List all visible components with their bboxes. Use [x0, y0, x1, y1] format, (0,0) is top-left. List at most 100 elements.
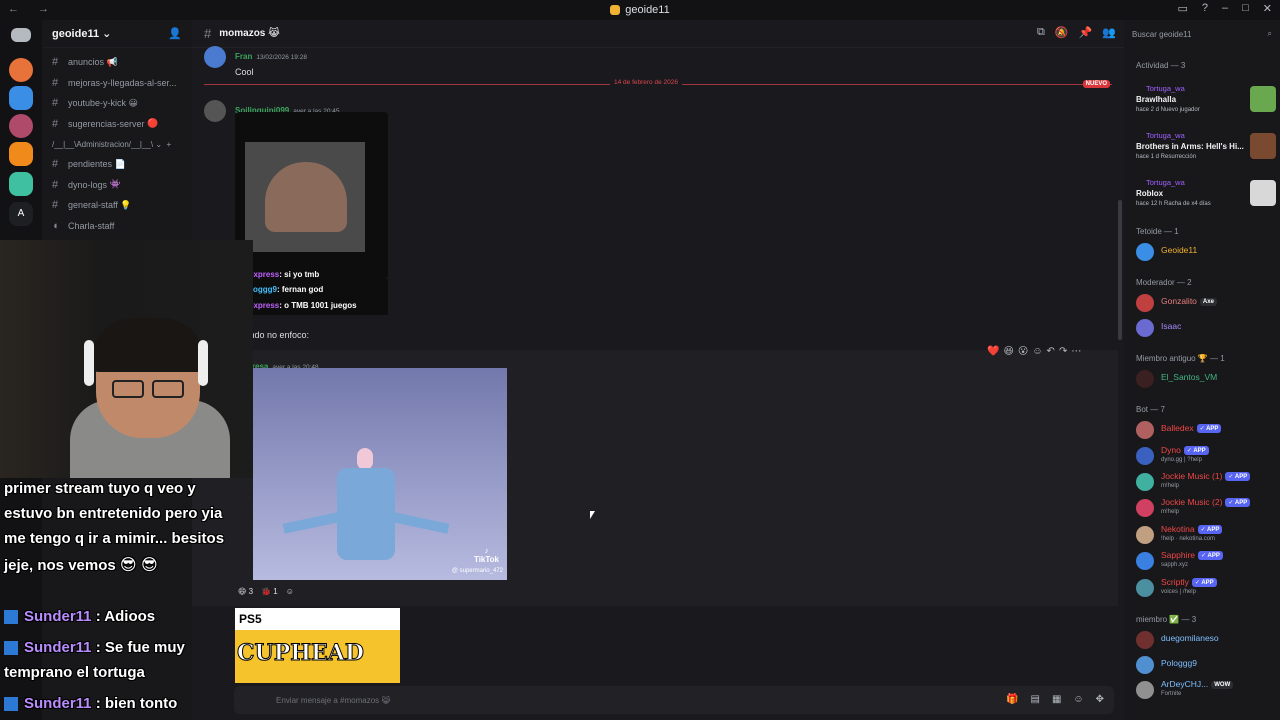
maximize-icon[interactable]: □ — [1242, 2, 1249, 15]
server-icon — [610, 5, 621, 15]
twitch-icon — [4, 610, 18, 625]
message-time: 13/02/2026 19:28 — [256, 54, 307, 61]
reaction[interactable]: 🐞 1 — [261, 587, 278, 596]
pin-icon[interactable]: 📌 — [1079, 26, 1093, 39]
member-list: Buscar geoide11 ⌕ Actividad — 3 Tortuga_w… — [1124, 20, 1280, 720]
member[interactable]: Jockie Music (1) ✓ APP m!help — [1136, 471, 1276, 493]
server-avatar[interactable] — [9, 142, 33, 166]
member[interactable]: El_Santos_VM — [1136, 368, 1276, 390]
channel-item[interactable]: # dyno-logs 👾 — [42, 175, 192, 196]
heart-icon[interactable]: ❤️ — [987, 346, 999, 357]
activity-card[interactable]: Tortuga_wa Brothers in Arms: Hell's Hi..… — [1136, 131, 1276, 173]
threads-icon[interactable]: ⧉ — [1037, 26, 1045, 39]
avatar[interactable] — [204, 46, 226, 68]
channel-item[interactable]: # mejoras-y-llegadas-al-ser... — [42, 73, 192, 94]
overlay-chat-line: Sunder11 : Se fue muy — [4, 639, 185, 656]
face-shape — [265, 162, 347, 232]
ps5-banner: PS5 — [235, 608, 400, 630]
member[interactable]: Nekotina ✓ APP !help · nekotina.com — [1136, 524, 1276, 546]
channel-toolbar: ⧉ 🔕 📌 👥 — [1037, 26, 1116, 39]
channel-item[interactable]: # youtube-y-kick 😀 — [42, 93, 192, 114]
member[interactable]: ArDeyCHJ... WOW Fortnite — [1136, 679, 1276, 701]
add-reaction-icon[interactable]: ☺ — [1032, 346, 1042, 357]
forward-icon[interactable]: ↷ — [1059, 346, 1067, 357]
guild-name: geoide11 — [52, 28, 100, 40]
overlay-chat-line: jeje, nos vemos 😎 😎 — [4, 557, 158, 574]
chat-area: # momazos 😹 ⧉ 🔕 📌 👥 Fran 13/02/2026 19:28… — [192, 20, 1124, 720]
gift-icon[interactable]: 🎁 — [1006, 694, 1018, 705]
activity-card[interactable]: Tortuga_wa Roblox hace 12 h Racha de x4 … — [1136, 178, 1276, 220]
avatar[interactable] — [204, 100, 226, 122]
close-icon[interactable]: ✕ — [1263, 2, 1272, 15]
channel-item[interactable]: # sugerencias-server 🔴 — [42, 114, 192, 135]
group-header: Moderador — 2 — [1136, 278, 1192, 287]
members-icon[interactable]: 👥 — [1102, 26, 1116, 39]
member[interactable]: Isaac — [1136, 317, 1276, 339]
add-reaction-icon[interactable]: ☺ — [286, 587, 294, 596]
clip-chat-line: pologgg9: fernan god — [241, 285, 324, 294]
message-author[interactable]: Fran — [235, 52, 252, 61]
inbox-icon[interactable]: ▭ — [1177, 2, 1187, 15]
group-header: Actividad — 3 — [1136, 61, 1186, 70]
emoji-react-icon[interactable]: 😮 — [1018, 346, 1028, 357]
channel-header: # momazos 😹 — [192, 20, 1124, 48]
message-composer[interactable]: Enviar mensaje a #momazos 😹 🎁 ▤ ▦ ☺ ✥ — [234, 686, 1114, 714]
member[interactable]: Scriptly ✓ APP voices | /help — [1136, 577, 1276, 599]
help-icon[interactable]: ? — [1202, 2, 1208, 15]
channel-item[interactable]: # anuncios 📢 — [42, 52, 192, 73]
search-icon: ⌕ — [1267, 29, 1272, 38]
server-avatar[interactable] — [9, 114, 33, 138]
speaker-icon: ◖ — [52, 219, 59, 232]
channel-item[interactable]: # general-staff 💡 — [42, 195, 192, 216]
overlay-chat-line: primer stream tuyo q veo y — [4, 480, 196, 497]
member[interactable]: duegomilaneso — [1136, 629, 1276, 651]
reply-icon[interactable]: ↶ — [1047, 346, 1055, 357]
member[interactable]: Dyno ✓ APP dyno.gg | ?help — [1136, 445, 1276, 467]
discord-home-icon[interactable] — [11, 28, 31, 42]
glasses-lens — [112, 380, 144, 398]
scrollbar[interactable] — [1118, 200, 1122, 340]
overlay-chat-line: temprano el tortuga — [4, 664, 145, 681]
member[interactable]: Geoide11 — [1136, 241, 1276, 263]
image-attachment[interactable]: PS5 CUPHEAD — [235, 608, 400, 683]
more-icon[interactable]: ⋯ — [1071, 346, 1081, 357]
gif-icon[interactable]: ▤ — [1030, 694, 1039, 705]
group-header: Bot — 7 — [1136, 405, 1165, 414]
nav-arrows[interactable]: ← → — [8, 3, 57, 15]
window-title: geoide11 — [625, 4, 670, 16]
guild-header[interactable]: geoide11 ⌄ 👤 — [42, 20, 192, 48]
webcam-overlay — [0, 240, 253, 478]
hash-icon: # — [52, 97, 59, 110]
minimize-icon[interactable]: – — [1222, 2, 1228, 15]
member[interactable]: Gonzalito Axe — [1136, 292, 1276, 314]
server-avatar-a[interactable]: A — [9, 202, 33, 226]
sticker-icon[interactable]: ▦ — [1052, 694, 1061, 705]
emoji-icon[interactable]: ☺ — [1073, 694, 1083, 705]
activity-card[interactable]: Tortuga_wa Brawlhalla hace 2 d Nuevo jug… — [1136, 84, 1276, 126]
channel-item[interactable]: ◖ Charla-staff — [42, 216, 192, 237]
member[interactable]: Balledex ✓ APP — [1136, 419, 1276, 441]
overlay-chat-line: Sunder11 : bien tonto — [4, 695, 177, 712]
message: Fran 13/02/2026 19:28 Cool — [235, 46, 307, 77]
divider-date: 14 de febrero de 2026 — [610, 79, 682, 86]
server-avatar[interactable] — [9, 172, 33, 196]
member[interactable]: Jockie Music (2) ✓ APP m!help — [1136, 497, 1276, 519]
tiktok-logo: ♪ TikTok — [473, 546, 499, 564]
server-avatar[interactable] — [9, 58, 33, 82]
apps-icon[interactable]: ✥ — [1096, 694, 1104, 705]
tiktok-video[interactable]: ♪ TikTok @ supermario_472 — [253, 368, 507, 580]
channel-item[interactable]: # pendientes 📄 — [42, 154, 192, 175]
twitch-icon — [4, 641, 18, 656]
game-thumbnail — [1250, 133, 1276, 159]
channel-category[interactable]: /__|__\Administracion/__|__\ ⌄ + — [42, 134, 192, 154]
member[interactable]: Pologgg9 — [1136, 654, 1276, 676]
glasses-lens — [152, 380, 184, 398]
game-thumbnail — [1250, 180, 1276, 206]
member[interactable]: Sapphire ✓ APP sapph.xyz — [1136, 550, 1276, 572]
server-avatar[interactable] — [9, 86, 33, 110]
mute-icon[interactable]: 🔕 — [1055, 26, 1069, 39]
emoji-react-icon[interactable]: 😆 — [1003, 346, 1013, 357]
add-member-icon[interactable]: 👤 — [168, 27, 182, 40]
video-attachment[interactable]: eroxpress: si yo tmb — [235, 112, 388, 279]
search-input[interactable]: Buscar geoide11 ⌕ — [1132, 26, 1272, 42]
